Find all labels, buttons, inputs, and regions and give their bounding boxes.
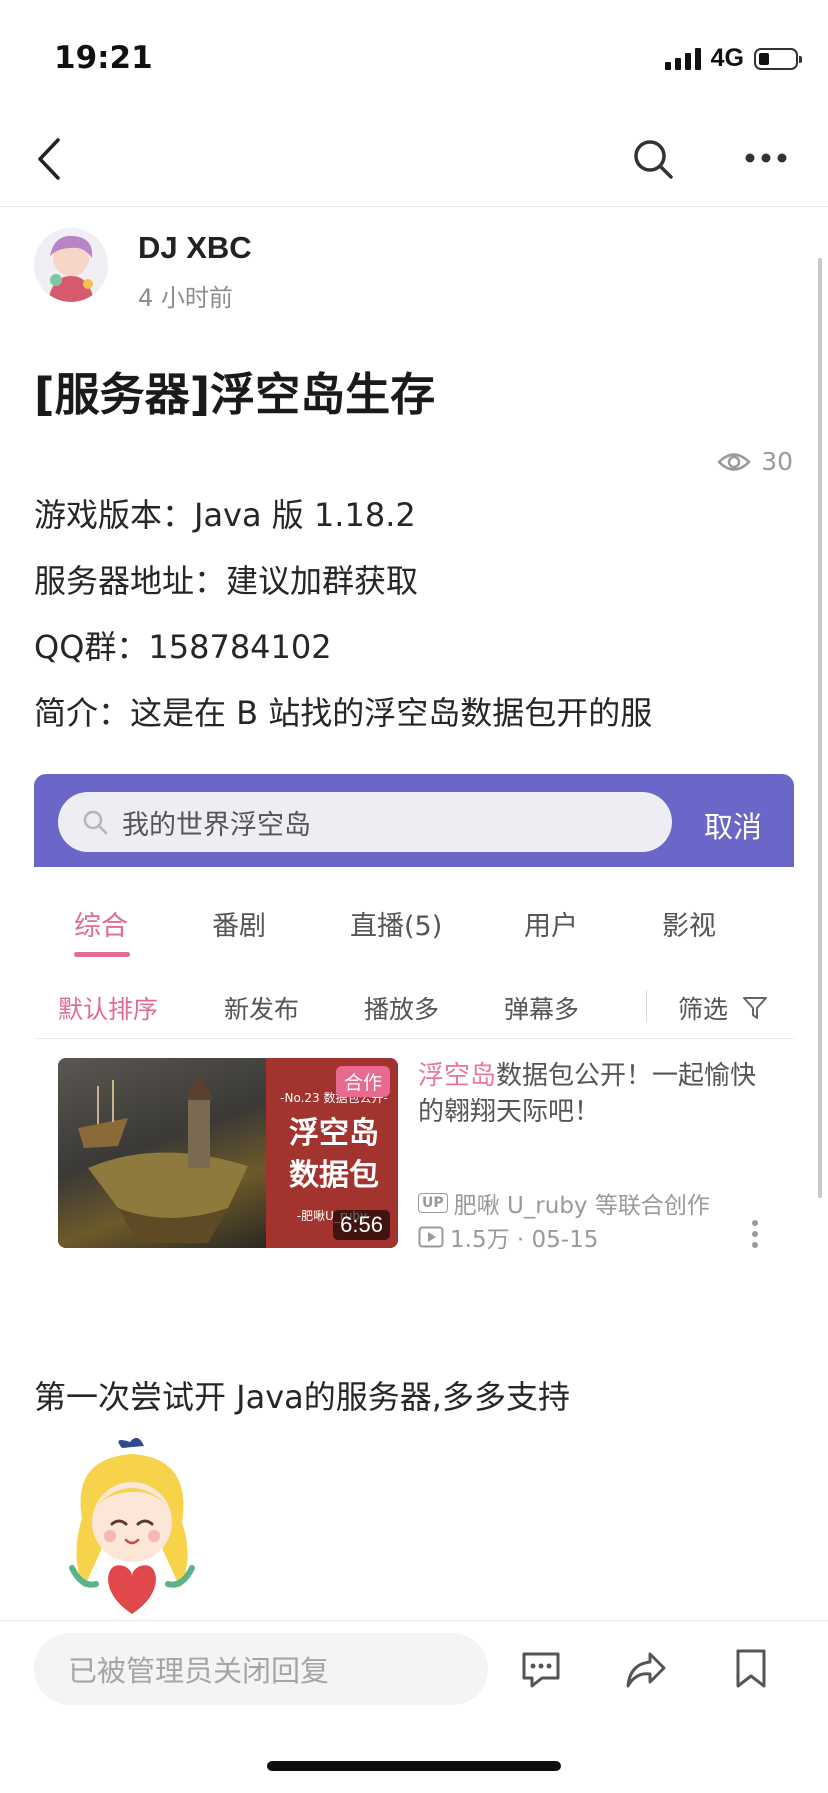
video-more-icon bbox=[752, 1220, 758, 1248]
post-line-version: 游戏版本：Java 版 1.18.2 bbox=[34, 496, 416, 534]
post-closing-line: 第一次尝试开 Java的服务器,多多支持 bbox=[34, 1378, 570, 1416]
network-type: 4G bbox=[710, 44, 744, 72]
post-title: [服务器]浮空岛生存 bbox=[34, 368, 436, 421]
search-icon bbox=[83, 810, 108, 835]
embed-tab-users: 用户 bbox=[524, 911, 578, 942]
share-icon[interactable] bbox=[624, 1650, 668, 1690]
embed-search-header: 我的世界浮空岛 取消 bbox=[34, 774, 794, 867]
embed-sort-filter: 筛选 bbox=[678, 995, 729, 1024]
post-time: 4 小时前 bbox=[138, 284, 233, 312]
scrollbar[interactable] bbox=[818, 258, 822, 1198]
bookmark-icon[interactable] bbox=[734, 1648, 768, 1690]
video-stats: 1.5万 · 05-15 bbox=[418, 1220, 598, 1254]
sticker-image bbox=[69, 1438, 195, 1614]
video-duration: 6:56 bbox=[333, 1210, 390, 1240]
embed-sort-danmaku: 弹幕多 bbox=[504, 995, 580, 1024]
more-icon[interactable] bbox=[744, 150, 788, 166]
post-line-address: 服务器地址：建议加群获取 bbox=[34, 562, 419, 600]
video-title: 浮空岛数据包公开！一起愉快的翱翔天际吧！ bbox=[418, 1058, 778, 1130]
home-indicator[interactable] bbox=[267, 1761, 561, 1771]
embed-tab-film: 影视 bbox=[662, 911, 716, 942]
embed-tabs: 综合 番剧 直播(5) 用户 影视 bbox=[34, 894, 794, 964]
video-thumbnail: -No.23 数据包公开- 浮空岛 数据包 -肥啾U_ruby- 合作 6:56 bbox=[58, 1058, 398, 1248]
bottom-divider bbox=[0, 1620, 828, 1621]
embed-tab-anime: 番剧 bbox=[212, 911, 266, 942]
embed-sort-bar: 默认排序 新发布 播放多 弹幕多 筛选 bbox=[34, 980, 794, 1040]
video-uploader: UP 肥啾 U_ruby 等联合创作 bbox=[418, 1186, 710, 1220]
embed-divider bbox=[34, 1038, 794, 1039]
video-title-highlight: 浮空岛 bbox=[418, 1061, 497, 1091]
embedded-screenshot[interactable]: 我的世界浮空岛 取消 综合 番剧 直播(5) 用户 影视 默认排序 新发布 播放… bbox=[34, 774, 794, 1274]
coop-badge: 合作 bbox=[335, 1066, 390, 1097]
embed-sort-plays: 播放多 bbox=[364, 995, 440, 1024]
filter-icon bbox=[743, 997, 767, 1019]
embed-search-text: 我的世界浮空岛 bbox=[122, 809, 311, 841]
view-count-value: 30 bbox=[761, 447, 793, 476]
thumbnail-title-2: 数据包 bbox=[289, 1158, 379, 1193]
embed-cancel-button: 取消 bbox=[703, 810, 762, 844]
view-count: 30 bbox=[717, 447, 793, 476]
thumbnail-title-1: 浮空岛 bbox=[289, 1116, 379, 1151]
embed-tab-all: 综合 bbox=[74, 911, 128, 942]
avatar[interactable] bbox=[34, 228, 108, 302]
embed-sort-separator bbox=[646, 990, 647, 1022]
nav-divider bbox=[0, 206, 828, 207]
author-name[interactable]: DJ XBC bbox=[138, 230, 252, 266]
play-count-icon bbox=[418, 1226, 444, 1248]
embed-sort-new: 新发布 bbox=[224, 995, 300, 1024]
embed-tab-underline bbox=[74, 952, 130, 957]
status-time: 19:21 bbox=[54, 40, 153, 76]
search-icon[interactable] bbox=[632, 138, 674, 180]
embed-tab-live: 直播(5) bbox=[350, 911, 443, 942]
status-indicators: 4G bbox=[664, 44, 802, 73]
reply-placeholder: 已被管理员关闭回复 bbox=[68, 1654, 330, 1688]
video-stats-text: 1.5万 · 05-15 bbox=[450, 1227, 599, 1253]
embed-search-box: 我的世界浮空岛 bbox=[58, 792, 672, 852]
reply-input[interactable]: 已被管理员关闭回复 bbox=[34, 1633, 488, 1705]
thumbnail-island-art bbox=[58, 1058, 266, 1248]
eye-icon bbox=[717, 452, 751, 471]
up-badge: UP bbox=[418, 1193, 448, 1213]
signal-icon bbox=[664, 47, 701, 70]
embed-sort-default: 默认排序 bbox=[58, 995, 159, 1024]
post-line-intro: 简介：这是在 B 站找的浮空岛数据包开的服 bbox=[34, 694, 653, 732]
comment-icon[interactable] bbox=[520, 1650, 562, 1690]
video-uploader-name: 肥啾 U_ruby 等联合创作 bbox=[453, 1193, 710, 1219]
back-icon[interactable] bbox=[34, 136, 64, 182]
post-line-qq: QQ群：158784102 bbox=[34, 628, 332, 666]
battery-icon bbox=[754, 47, 802, 70]
